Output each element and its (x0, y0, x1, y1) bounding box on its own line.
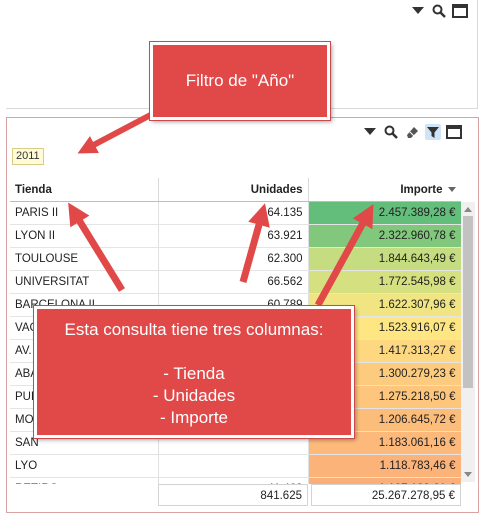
arrow-to-units-column (239, 203, 270, 283)
filter-callout: Filtro de "Año" (150, 42, 330, 120)
arrow-to-store-column (68, 202, 125, 292)
callout-line: - Importe (159, 408, 229, 427)
columns-callout: Esta consulta tiene tres columnas: - Tie… (34, 306, 354, 438)
callout-line: - Tienda (163, 364, 225, 383)
arrow-to-filter (77, 107, 162, 154)
callout-line (37, 341, 351, 363)
callout-line: Esta consulta tiene tres columnas: (64, 320, 324, 339)
arrow-to-amount-column (314, 204, 374, 307)
callout-line: - Unidades (152, 386, 236, 405)
